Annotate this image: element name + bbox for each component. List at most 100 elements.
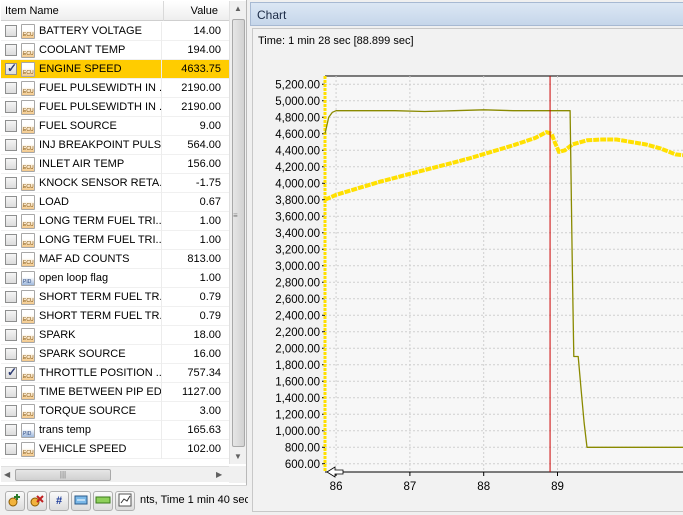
item-checkbox[interactable] bbox=[5, 101, 17, 113]
item-list: ECU BATTERY VOLTAGE 14.00 ECU COOLANT TEMP 19… bbox=[1, 22, 229, 459]
horizontal-scrollbar[interactable]: ◀ ||| ▶ bbox=[1, 466, 229, 482]
list-item[interactable]: PID trans temp 165.63 bbox=[1, 421, 229, 440]
item-name: FUEL PULSEWIDTH IN ... bbox=[39, 82, 162, 94]
item-checkbox[interactable]: ✓ bbox=[5, 61, 17, 75]
list-item[interactable]: ECU BATTERY VOLTAGE 14.00 bbox=[1, 22, 229, 41]
blue-pid-icon: PID bbox=[21, 423, 35, 438]
item-checkbox[interactable] bbox=[5, 291, 17, 303]
chart-settings-icon bbox=[118, 493, 132, 507]
y-tick-label: 5,200.00 bbox=[275, 79, 320, 91]
fit-view-button[interactable] bbox=[71, 491, 91, 511]
item-name: MAF AD COUNTS bbox=[39, 253, 130, 265]
list-item[interactable]: ECU FUEL SOURCE 9.00 bbox=[1, 117, 229, 136]
item-name: TIME BETWEEN PIP ED... bbox=[39, 386, 162, 398]
item-checkbox[interactable] bbox=[5, 177, 17, 189]
orange-gauge-icon: ECU bbox=[21, 119, 35, 134]
item-name: SPARK SOURCE bbox=[39, 348, 126, 360]
orange-gauge-icon: ECU bbox=[21, 214, 35, 229]
item-checkbox[interactable] bbox=[5, 386, 17, 398]
item-value: 156.00 bbox=[187, 158, 221, 170]
horizontal-scroll-thumb[interactable]: ||| bbox=[15, 469, 111, 481]
y-tick-label: 3,600.00 bbox=[275, 211, 320, 223]
list-item[interactable]: ECU SPARK SOURCE 16.00 bbox=[1, 345, 229, 364]
y-tick-label: 5,000.00 bbox=[275, 96, 320, 108]
list-item[interactable]: ECU LONG TERM FUEL TRI... 1.00 bbox=[1, 231, 229, 250]
item-checkbox[interactable] bbox=[5, 310, 17, 322]
item-checkbox[interactable] bbox=[5, 120, 17, 132]
item-name: ENGINE SPEED bbox=[39, 63, 122, 75]
blue-pid-icon: PID bbox=[21, 271, 35, 286]
list-header: Item Name Value bbox=[1, 1, 229, 21]
item-checkbox[interactable] bbox=[5, 234, 17, 246]
item-checkbox[interactable] bbox=[5, 139, 17, 151]
list-item[interactable]: ECU FUEL PULSEWIDTH IN ... 2190.00 bbox=[1, 98, 229, 117]
item-checkbox[interactable] bbox=[5, 196, 17, 208]
item-checkbox[interactable] bbox=[5, 158, 17, 170]
y-tick-label: 3,200.00 bbox=[275, 244, 320, 256]
item-value: 16.00 bbox=[193, 348, 221, 360]
vertical-scroll-thumb[interactable] bbox=[232, 19, 245, 447]
chart-area[interactable]: Time: 1 min 28 sec [88.899 sec] 5,200.00… bbox=[252, 28, 683, 512]
list-item[interactable]: ECU LONG TERM FUEL TRI... 1.00 bbox=[1, 212, 229, 231]
scroll-up-icon[interactable]: ▲ bbox=[234, 4, 242, 13]
list-item[interactable]: ECU TIME BETWEEN PIP ED... 1127.00 bbox=[1, 383, 229, 402]
list-item[interactable]: ECU KNOCK SENSOR RETA... -1.75 bbox=[1, 174, 229, 193]
item-checkbox[interactable] bbox=[5, 443, 17, 455]
column-header-item-name[interactable]: Item Name bbox=[5, 5, 59, 17]
vertical-scrollbar[interactable]: ▲ ≡ ▼ bbox=[229, 1, 246, 464]
fit-view-icon bbox=[74, 495, 88, 505]
x-tick-label: 88 bbox=[477, 481, 490, 493]
item-checkbox[interactable] bbox=[5, 82, 17, 94]
chart-settings-button[interactable] bbox=[115, 491, 135, 511]
y-tick-label: 2,600.00 bbox=[275, 294, 320, 306]
remove-item-button[interactable] bbox=[27, 491, 47, 511]
item-value: 194.00 bbox=[187, 44, 221, 56]
list-item[interactable]: ECU MAF AD COUNTS 813.00 bbox=[1, 250, 229, 269]
item-checkbox[interactable] bbox=[5, 44, 17, 56]
bar-button[interactable] bbox=[93, 491, 113, 511]
orange-gauge-icon: ECU bbox=[21, 328, 35, 343]
chart-svg[interactable]: 5,200.00 5,000.00 4,800.00 4,600.00 4,400.00… bbox=[253, 29, 683, 511]
item-value: 1.00 bbox=[199, 234, 221, 246]
item-value: 0.79 bbox=[199, 291, 221, 303]
item-checkbox[interactable] bbox=[5, 253, 17, 265]
list-item[interactable]: ECU SPARK 18.00 bbox=[1, 326, 229, 345]
item-checkbox[interactable] bbox=[5, 405, 17, 417]
list-item[interactable]: ECU LOAD 0.67 bbox=[1, 193, 229, 212]
item-value: 102.00 bbox=[187, 443, 221, 455]
scroll-left-icon[interactable]: ◀ bbox=[4, 470, 10, 479]
item-name: open loop flag bbox=[39, 272, 109, 284]
y-tick-label: 4,800.00 bbox=[275, 112, 320, 124]
list-item[interactable]: ✓ ECU ENGINE SPEED 4633.75 bbox=[1, 60, 229, 79]
chart-title-bar: Chart bbox=[250, 2, 683, 26]
list-item[interactable]: ECU SHORT TERM FUEL TR... 0.79 bbox=[1, 307, 229, 326]
list-item[interactable]: ECU FUEL PULSEWIDTH IN ... 2190.00 bbox=[1, 79, 229, 98]
y-tick-label: 4,000.00 bbox=[275, 178, 320, 190]
list-toolbar: # nts, Time 1 min 40 sec bbox=[0, 485, 250, 515]
item-checkbox[interactable]: ✓ bbox=[5, 365, 17, 379]
scroll-down-icon[interactable]: ▼ bbox=[234, 452, 242, 461]
hash-button[interactable]: # bbox=[49, 491, 69, 511]
list-item[interactable]: ECU SHORT TERM FUEL TR... 0.79 bbox=[1, 288, 229, 307]
add-item-button[interactable] bbox=[5, 491, 25, 511]
list-item[interactable]: ECU TORQUE SOURCE 3.00 bbox=[1, 402, 229, 421]
orange-gauge-icon: ECU bbox=[21, 176, 35, 191]
column-header-value[interactable]: Value bbox=[163, 1, 229, 21]
item-checkbox[interactable] bbox=[5, 329, 17, 341]
item-checkbox[interactable] bbox=[5, 348, 17, 360]
list-item[interactable]: ✓ ECU THROTTLE POSITION ... 757.34 bbox=[1, 364, 229, 383]
item-value: 1.00 bbox=[199, 215, 221, 227]
list-item[interactable]: PID open loop flag 1.00 bbox=[1, 269, 229, 288]
item-checkbox[interactable] bbox=[5, 272, 17, 284]
list-item[interactable]: ECU VEHICLE SPEED 102.00 bbox=[1, 440, 229, 459]
item-name: LONG TERM FUEL TRI... bbox=[39, 215, 162, 227]
orange-gauge-icon: ECU bbox=[21, 290, 35, 305]
item-checkbox[interactable] bbox=[5, 215, 17, 227]
list-item[interactable]: ECU INLET AIR TEMP 156.00 bbox=[1, 155, 229, 174]
orange-gauge-icon: ECU bbox=[21, 385, 35, 400]
list-item[interactable]: ECU INJ BREAKPOINT PULS... 564.00 bbox=[1, 136, 229, 155]
item-checkbox[interactable] bbox=[5, 25, 17, 37]
scroll-right-icon[interactable]: ▶ bbox=[216, 470, 222, 479]
list-item[interactable]: ECU COOLANT TEMP 194.00 bbox=[1, 41, 229, 60]
item-checkbox[interactable] bbox=[5, 424, 17, 436]
